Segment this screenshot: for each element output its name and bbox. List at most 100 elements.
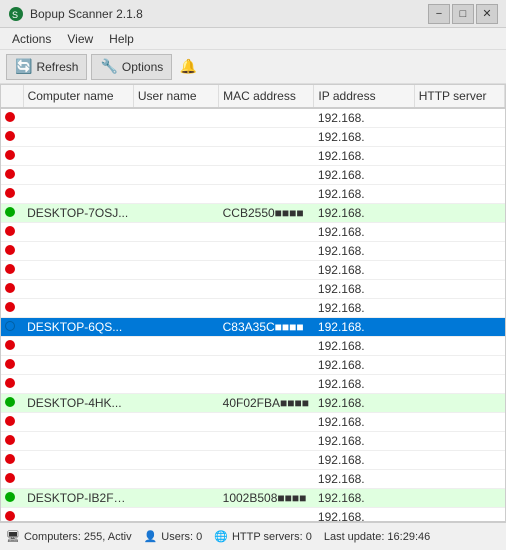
- notifications-button[interactable]: 🔔: [176, 55, 200, 79]
- table-row[interactable]: 192.168.: [1, 185, 505, 204]
- http-server-cell: [414, 375, 504, 394]
- user-icon: 👤: [144, 530, 158, 543]
- mac-address-cell: [219, 280, 314, 299]
- status-cell: [1, 108, 23, 128]
- computer-name-cell: [23, 432, 133, 451]
- computer-name-cell: DESKTOP-IB2FF...: [23, 489, 133, 508]
- status-dot: [5, 359, 15, 369]
- mac-address-cell: [219, 261, 314, 280]
- status-cell: [1, 413, 23, 432]
- http-server-cell: [414, 108, 504, 128]
- refresh-button[interactable]: 🔄 Refresh: [6, 54, 87, 80]
- http-icon: 🌐: [214, 530, 228, 543]
- status-dot: [5, 454, 15, 464]
- status-cell: [1, 299, 23, 318]
- app-title: Bopup Scanner 2.1.8: [30, 7, 143, 21]
- menu-actions[interactable]: Actions: [4, 30, 59, 48]
- menu-view[interactable]: View: [59, 30, 101, 48]
- computer-name-cell: [23, 185, 133, 204]
- mac-address-cell: [219, 128, 314, 147]
- http-count: HTTP servers: 0: [232, 531, 312, 543]
- status-cell: [1, 261, 23, 280]
- computer-name-cell: [23, 508, 133, 523]
- maximize-button[interactable]: □: [452, 4, 474, 24]
- table-row[interactable]: 192.168.: [1, 166, 505, 185]
- scan-table: Computer name User name MAC address IP a…: [1, 85, 505, 522]
- app-icon: S: [8, 6, 24, 22]
- computer-name-cell: [23, 261, 133, 280]
- status-cell: [1, 432, 23, 451]
- table-row[interactable]: 192.168.: [1, 242, 505, 261]
- user-name-cell: [133, 489, 218, 508]
- toolbar: 🔄 Refresh 🔧 Options 🔔: [0, 50, 506, 84]
- table-row[interactable]: 192.168.: [1, 280, 505, 299]
- table-row[interactable]: 192.168.: [1, 147, 505, 166]
- table-row[interactable]: 192.168.: [1, 508, 505, 523]
- table-row[interactable]: DESKTOP-IB2FF...1002B508■■■■192.168.: [1, 489, 505, 508]
- options-label: Options: [122, 60, 163, 74]
- options-button[interactable]: 🔧 Options: [91, 54, 172, 80]
- options-icon: 🔧: [100, 58, 117, 75]
- http-server-cell: [414, 261, 504, 280]
- mac-address-cell: [219, 375, 314, 394]
- table-row[interactable]: 192.168.: [1, 337, 505, 356]
- table-row[interactable]: 192.168.: [1, 128, 505, 147]
- status-cell: [1, 337, 23, 356]
- ip-address-cell: 192.168.: [314, 394, 414, 413]
- computer-name-cell: DESKTOP-6QS...: [23, 318, 133, 337]
- computers-status: 🖥 Computers: 255, Activ: [6, 530, 132, 543]
- http-status: 🌐 HTTP servers: 0: [214, 530, 312, 543]
- status-cell: [1, 318, 23, 337]
- mac-address-cell: [219, 185, 314, 204]
- table-row[interactable]: 192.168.: [1, 451, 505, 470]
- ip-address-cell: 192.168.: [314, 108, 414, 128]
- table-row[interactable]: 192.168.: [1, 413, 505, 432]
- http-server-cell: [414, 508, 504, 523]
- ip-address-cell: 192.168.: [314, 432, 414, 451]
- http-server-cell: [414, 147, 504, 166]
- table-row[interactable]: 192.168.: [1, 356, 505, 375]
- ip-address-cell: 192.168.: [314, 147, 414, 166]
- table-row[interactable]: 192.168.: [1, 261, 505, 280]
- ip-address-cell: 192.168.: [314, 356, 414, 375]
- status-cell: [1, 470, 23, 489]
- table-row[interactable]: DESKTOP-4HK...40F02FBA■■■■192.168.: [1, 394, 505, 413]
- http-server-cell: [414, 318, 504, 337]
- minimize-button[interactable]: −: [428, 4, 450, 24]
- http-server-cell: [414, 242, 504, 261]
- table-container[interactable]: Computer name User name MAC address IP a…: [0, 84, 506, 522]
- status-cell: [1, 166, 23, 185]
- table-row[interactable]: DESKTOP-7OSJ...CCB2550■■■■192.168.: [1, 204, 505, 223]
- status-dot: [5, 511, 15, 521]
- table-row[interactable]: 192.168.: [1, 299, 505, 318]
- menu-help[interactable]: Help: [101, 30, 142, 48]
- status-dot: [5, 473, 15, 483]
- computer-name-cell: [23, 147, 133, 166]
- mac-address-cell: [219, 108, 314, 128]
- ip-address-cell: 192.168.: [314, 223, 414, 242]
- ip-address-cell: 192.168.: [314, 280, 414, 299]
- http-server-cell: [414, 470, 504, 489]
- mac-address-cell: [219, 470, 314, 489]
- menu-bar: Actions View Help: [0, 28, 506, 50]
- table-row[interactable]: 192.168.: [1, 470, 505, 489]
- ip-address-cell: 192.168.: [314, 508, 414, 523]
- http-server-cell: [414, 166, 504, 185]
- table-row[interactable]: 192.168.: [1, 432, 505, 451]
- col-header-computer: Computer name: [23, 85, 133, 108]
- table-row[interactable]: 192.168.: [1, 108, 505, 128]
- table-row[interactable]: DESKTOP-6QS...C83A35C■■■■192.168.: [1, 318, 505, 337]
- ip-address-cell: 192.168.: [314, 375, 414, 394]
- status-cell: [1, 489, 23, 508]
- status-dot: [5, 131, 15, 141]
- http-server-cell: [414, 413, 504, 432]
- user-name-cell: [133, 280, 218, 299]
- http-server-cell: [414, 185, 504, 204]
- table-row[interactable]: 192.168.: [1, 223, 505, 242]
- status-cell: [1, 375, 23, 394]
- table-row[interactable]: 192.168.: [1, 375, 505, 394]
- http-server-cell: [414, 337, 504, 356]
- close-button[interactable]: ✕: [476, 4, 498, 24]
- refresh-icon: 🔄: [15, 58, 32, 75]
- user-name-cell: [133, 299, 218, 318]
